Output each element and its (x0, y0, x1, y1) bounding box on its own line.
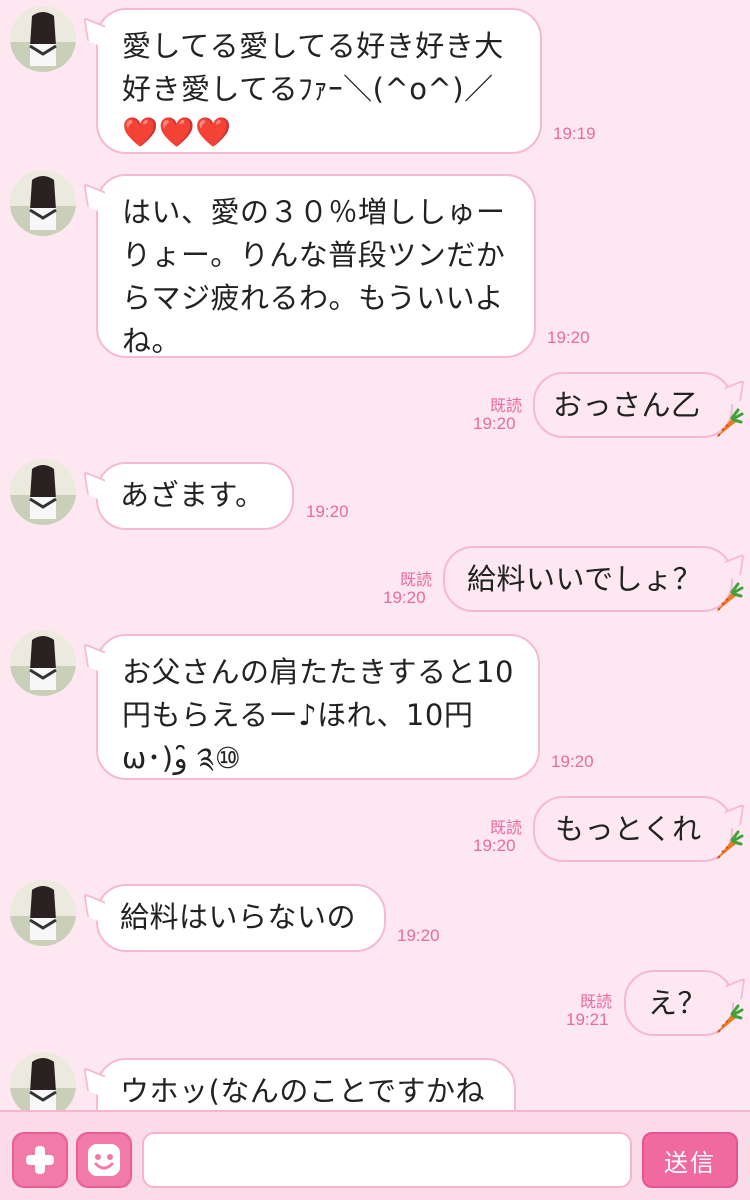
read-receipt: 既読 (579, 994, 612, 1011)
message-bubble-outgoing[interactable]: おっさん乙 (533, 372, 733, 438)
carrot-icon (708, 830, 744, 866)
read-receipt: 既読 (399, 572, 432, 589)
message-time: 19:21 (566, 1010, 609, 1029)
message-bubble-incoming[interactable]: 給料はいらないの (96, 884, 386, 952)
message-bubble-incoming[interactable]: あざます。 (96, 462, 294, 530)
message-bubble-incoming[interactable]: ウホッ(なんのことですかね (96, 1058, 516, 1110)
message-time: 19:20 (551, 752, 594, 771)
avatar[interactable] (10, 459, 76, 525)
plus-button[interactable] (12, 1132, 68, 1188)
message-time: 19:20 (473, 414, 516, 433)
carrot-icon (708, 582, 744, 618)
avatar[interactable] (10, 170, 76, 236)
avatar[interactable] (10, 880, 76, 946)
message-bubble-incoming[interactable]: はい、愛の３０％増ししゅーりょー。りんな普段ツンだからマジ疲れるわ。もういいよね… (96, 174, 536, 358)
message-bubble-outgoing[interactable]: 給料いいでしょ？ (443, 546, 733, 612)
sticker-button[interactable] (76, 1132, 132, 1188)
message-bubble-incoming[interactable]: 愛してる愛してる好き好き大好き愛してるﾌｧｰ＼(^o^)／❤️❤️❤️ (96, 8, 542, 154)
message-bubble-outgoing[interactable]: もっとくれ (533, 796, 733, 862)
message-input-bar: 送信 (0, 1110, 750, 1200)
message-time: 19:19 (553, 124, 596, 143)
message-bubble-incoming[interactable]: お父さんの肩たたきすると10円もらえるー♪ほれ、10円ω･)و ̑̑༉⑩ (96, 634, 540, 780)
avatar[interactable] (10, 630, 76, 696)
chat-area[interactable]: 愛してる愛してる好き好き大好き愛してるﾌｧｰ＼(^o^)／❤️❤️❤️ 19:1… (0, 0, 750, 1110)
message-time: 19:20 (397, 926, 440, 945)
read-receipt: 既読 (489, 398, 522, 415)
message-time: 19:20 (383, 588, 426, 607)
plus-icon (26, 1146, 54, 1174)
message-input[interactable] (142, 1132, 632, 1188)
send-button[interactable]: 送信 (642, 1132, 738, 1188)
avatar[interactable] (10, 1052, 76, 1110)
message-time: 19:20 (547, 328, 590, 347)
avatar[interactable] (10, 6, 76, 72)
carrot-icon (708, 1004, 744, 1040)
message-time: 19:20 (306, 502, 349, 521)
smiley-face-icon (88, 1144, 120, 1176)
message-time: 19:20 (473, 836, 516, 855)
read-receipt: 既読 (489, 820, 522, 837)
carrot-icon (708, 408, 744, 444)
